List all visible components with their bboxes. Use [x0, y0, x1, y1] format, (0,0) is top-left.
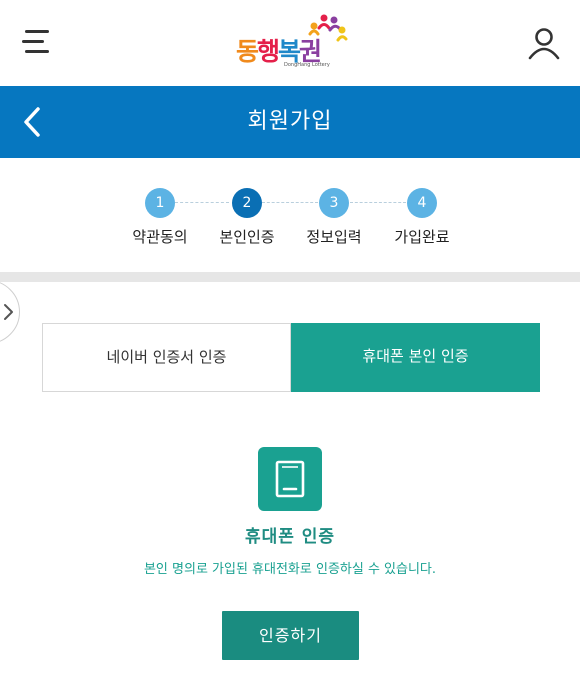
step-number: 2	[232, 188, 262, 218]
user-icon[interactable]	[527, 26, 561, 60]
step-label: 정보입력	[306, 228, 362, 246]
signup-steps: 1 약관동의 2 본인인증 3 정보입력 4 가입완료	[0, 158, 580, 272]
step-item-info: 3 정보입력	[294, 188, 374, 247]
step-label: 약관동의	[132, 228, 188, 246]
logo[interactable]: 동행복권 DongHang Lottery	[236, 12, 348, 72]
tab-naver-certificate[interactable]: 네이버 인증서 인증	[42, 323, 291, 392]
step-number: 3	[319, 188, 349, 218]
auth-method-tabs: 네이버 인증서 인증 휴대폰 본인 인증	[42, 323, 540, 392]
step-item-verification: 2 본인인증	[207, 188, 287, 247]
tab-phone-verification[interactable]: 휴대폰 본인 인증	[291, 323, 540, 392]
title-bar: 회원가입	[0, 86, 580, 158]
page-title: 회원가입	[247, 109, 333, 134]
verify-button[interactable]: 인증하기	[222, 611, 359, 660]
phone-auth-title: 휴대폰 인증	[244, 527, 336, 547]
hamburger-menu-icon[interactable]	[22, 28, 52, 56]
mobile-phone-icon	[258, 447, 322, 511]
logo-subtitle: DongHang Lottery	[284, 62, 330, 68]
step-item-complete: 4 가입완료	[382, 188, 462, 247]
chevron-left-icon[interactable]	[18, 104, 50, 140]
step-label: 가입완료	[394, 228, 450, 246]
chevron-right-icon	[4, 304, 13, 320]
step-item-terms: 1 약관동의	[120, 188, 200, 247]
side-drawer-toggle[interactable]	[0, 280, 20, 344]
phone-auth-description: 본인 명의로 가입된 휴대전화로 인증하실 수 있습니다.	[143, 562, 437, 577]
section-divider	[0, 272, 580, 282]
top-header: 동행복권 DongHang Lottery	[0, 0, 580, 86]
step-number: 1	[145, 188, 175, 218]
step-number: 4	[407, 188, 437, 218]
step-label: 본인인증	[219, 228, 275, 246]
